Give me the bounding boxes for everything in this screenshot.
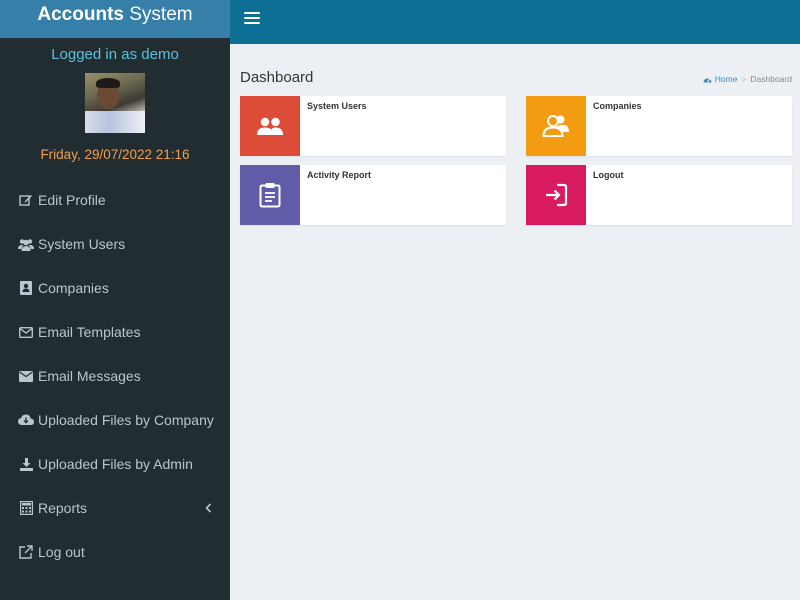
sidebar-item-label: Log out <box>38 544 85 560</box>
info-box-icon <box>526 165 586 225</box>
info-box-label: Logout <box>593 170 624 180</box>
sidebar-item-label: Email Templates <box>38 324 141 340</box>
sidebar-item-log-out[interactable]: Log out <box>0 530 230 574</box>
info-box-icon <box>526 96 586 156</box>
page-title: Dashboard <box>240 69 314 86</box>
logo-rest: System <box>129 4 193 25</box>
breadcrumb-home-label: Home <box>714 74 738 84</box>
chevron-left-icon[interactable] <box>205 486 212 530</box>
sidebar-item-edit-profile[interactable]: Edit Profile <box>0 178 230 222</box>
cloud-download-icon <box>18 413 34 427</box>
sidebar-item-label: Companies <box>38 280 109 296</box>
sidebar-menu: Edit Profile System Users Companies Emai… <box>0 178 230 574</box>
sidebar: Accounts System Logged in as demo Friday… <box>0 0 230 600</box>
avatar <box>85 73 145 133</box>
external-link-icon <box>18 545 34 559</box>
sidebar-item-email-templates[interactable]: Email Templates <box>0 310 230 354</box>
edit-icon <box>18 193 34 207</box>
breadcrumb-home[interactable]: Home <box>703 74 738 84</box>
sidebar-item-reports[interactable]: Reports <box>0 486 230 530</box>
sidebar-item-system-users[interactable]: System Users <box>0 222 230 266</box>
envelope-outline-icon <box>18 325 34 339</box>
sidebar-item-label: Edit Profile <box>38 192 106 208</box>
sidebar-item-label: Uploaded Files by Admin <box>38 456 193 472</box>
logo-bold: Accounts <box>37 4 124 25</box>
info-box-activity-report[interactable]: Activity Report <box>240 165 506 225</box>
breadcrumb-current: Dashboard <box>750 74 792 84</box>
download-icon <box>18 457 34 471</box>
hamburger-icon[interactable] <box>244 10 260 26</box>
user-group-icon <box>542 115 569 137</box>
info-box-label: System Users <box>307 101 367 111</box>
users-icon <box>257 117 283 135</box>
clipboard-icon <box>259 183 281 208</box>
top-navbar <box>230 0 800 44</box>
breadcrumb: Home > Dashboard <box>703 74 792 84</box>
info-box-label: Activity Report <box>307 170 372 180</box>
sidebar-item-uploaded-company[interactable]: Uploaded Files by Company <box>0 398 230 442</box>
info-box-icon <box>240 165 300 225</box>
current-datetime: Friday, 29/07/2022 21:16 <box>40 147 190 162</box>
sidebar-item-label: Email Messages <box>38 368 141 384</box>
users-icon <box>18 237 34 251</box>
main-content: Dashboard Home > Dashboard System Users … <box>230 44 800 600</box>
app-logo[interactable]: Accounts System <box>0 0 230 38</box>
info-box-label: Companies <box>593 101 642 111</box>
sidebar-item-label: Uploaded Files by Company <box>38 412 214 428</box>
dashboard-icon <box>703 78 712 82</box>
envelope-icon <box>18 369 34 383</box>
info-box-companies[interactable]: Companies <box>526 96 792 156</box>
sidebar-item-companies[interactable]: Companies <box>0 266 230 310</box>
info-box-system-users[interactable]: System Users <box>240 96 506 156</box>
logged-in-text: Logged in as demo <box>51 46 179 63</box>
sidebar-item-email-messages[interactable]: Email Messages <box>0 354 230 398</box>
calculator-icon <box>18 501 34 515</box>
sidebar-item-label: Reports <box>38 500 88 516</box>
info-box-icon <box>240 96 300 156</box>
info-box-logout[interactable]: Logout <box>526 165 792 225</box>
sign-in-icon <box>546 183 568 207</box>
sidebar-item-label: System Users <box>38 236 126 252</box>
sidebar-item-uploaded-admin[interactable]: Uploaded Files by Admin <box>0 442 230 486</box>
address-book-icon <box>18 281 34 295</box>
breadcrumb-separator: > <box>741 74 747 84</box>
